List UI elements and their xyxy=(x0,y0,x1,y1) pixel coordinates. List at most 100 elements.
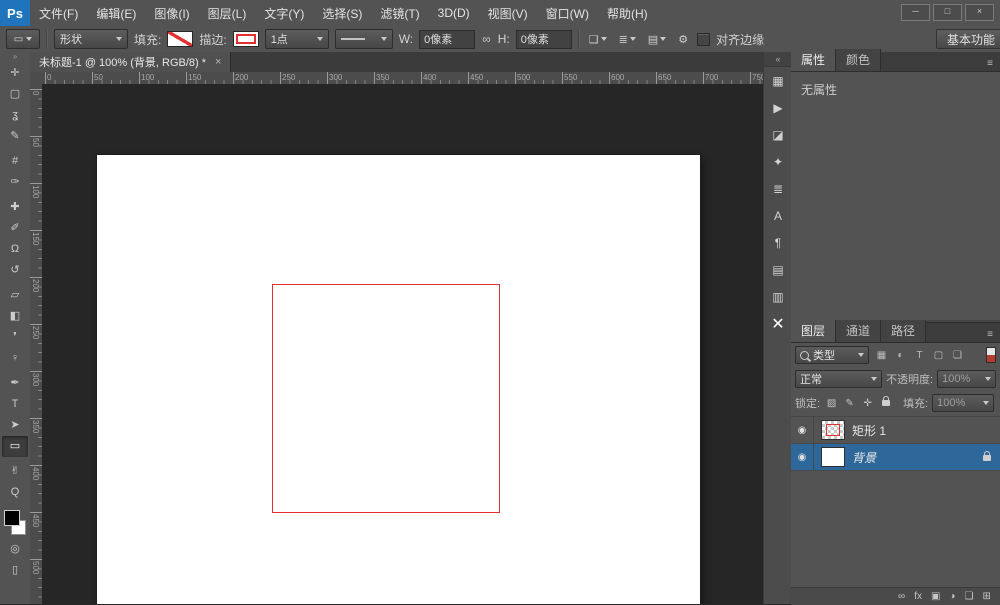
move-tool[interactable]: ✛ xyxy=(2,63,28,84)
color-wells[interactable] xyxy=(3,510,27,535)
path-alignment-button[interactable]: ≣ xyxy=(616,30,639,48)
spot-healing-brush-tool[interactable]: ✚ xyxy=(2,197,28,218)
adjustments-panel-icon[interactable]: ▦ xyxy=(764,67,792,94)
foreground-color-swatch[interactable] xyxy=(4,510,20,526)
toolbar-collapse-icon[interactable]: » xyxy=(13,52,17,63)
stroke-type-select[interactable] xyxy=(335,29,393,49)
eyedropper-tool[interactable]: ✑ xyxy=(2,172,28,193)
new-group-icon[interactable]: ❏ xyxy=(964,592,973,602)
rectangular-marquee-tool[interactable]: ▢ xyxy=(2,84,28,105)
path-selection-tool[interactable]: ➤ xyxy=(2,415,28,436)
layer-thumbnail[interactable] xyxy=(821,447,845,467)
filter-adjustment-layers-icon[interactable]: ◐ xyxy=(892,347,909,363)
menu-filter[interactable]: 滤镜(T) xyxy=(371,0,428,26)
minimize-button[interactable]: ─ xyxy=(901,4,930,21)
character-panel-icon[interactable]: A xyxy=(764,202,792,229)
notes-panel-icon[interactable]: ▥ xyxy=(764,283,792,310)
quick-selection-tool[interactable]: ✎ xyxy=(2,126,28,147)
close-button[interactable]: × xyxy=(965,4,994,21)
props-panel-menu-icon[interactable]: ≡ xyxy=(987,58,1000,71)
rectangle-shape[interactable] xyxy=(272,284,500,513)
canvas-viewport[interactable] xyxy=(42,84,763,604)
path-arrangement-button[interactable]: ▤ xyxy=(645,30,669,48)
document-canvas[interactable] xyxy=(97,155,700,604)
align-edges-checkbox[interactable] xyxy=(697,33,710,46)
menu-help[interactable]: 帮助(H) xyxy=(598,0,657,26)
height-input[interactable]: 0像素 xyxy=(516,30,572,49)
rectangle-tool[interactable]: ▭ xyxy=(2,436,28,457)
menu-file[interactable]: 文件(F) xyxy=(30,0,87,26)
geometry-options-button[interactable]: ⚙ xyxy=(675,30,691,48)
menu-type[interactable]: 文字(Y) xyxy=(255,0,313,26)
adjustment-layer-icon[interactable]: ◑ xyxy=(949,592,955,602)
visibility-toggle[interactable]: ◉ xyxy=(791,444,814,470)
menu-window[interactable]: 窗口(W) xyxy=(537,0,598,26)
blend-mode-select[interactable]: 正常 xyxy=(795,370,882,388)
filter-type-layers-icon[interactable]: T xyxy=(911,347,928,363)
layers-panel-menu-icon[interactable]: ≡ xyxy=(987,329,1000,342)
menu-select[interactable]: 选择(S) xyxy=(313,0,371,26)
tool-preset-picker[interactable]: ▭ xyxy=(6,29,40,49)
new-layer-icon[interactable]: ⊞ xyxy=(982,592,990,602)
zoom-tool[interactable]: Q xyxy=(2,482,28,503)
menu-image[interactable]: 图像(I) xyxy=(145,0,198,26)
clone-source-panel-icon[interactable]: ≣ xyxy=(764,175,792,202)
screen-mode[interactable]: ▯ xyxy=(2,560,28,581)
layers-tab-channels[interactable]: 通道 xyxy=(836,320,881,342)
type-tool[interactable]: T xyxy=(2,394,28,415)
dodge-tool[interactable]: ♀ xyxy=(2,348,28,369)
visibility-toggle[interactable]: ◉ xyxy=(791,417,814,443)
blur-tool[interactable]: ❜ xyxy=(2,327,28,348)
lasso-tool[interactable]: ʓ xyxy=(2,105,28,126)
menu-3d[interactable]: 3D(D) xyxy=(429,0,479,26)
lock-pixels-icon[interactable]: ✎ xyxy=(842,396,857,410)
lock-transparency-icon[interactable]: ▨ xyxy=(824,396,839,410)
menu-edit[interactable]: 编辑(E) xyxy=(87,0,145,26)
history-brush-tool[interactable]: ↺ xyxy=(2,260,28,281)
eraser-tool[interactable]: ▱ xyxy=(2,285,28,306)
menu-view[interactable]: 视图(V) xyxy=(479,0,537,26)
lock-position-icon[interactable]: ✛ xyxy=(860,396,875,410)
tool-mode-select[interactable]: 形状 xyxy=(54,29,128,49)
lock-all-icon[interactable] xyxy=(878,396,893,410)
stroke-width-select[interactable]: 1点 xyxy=(265,29,329,49)
brush-presets-panel-icon[interactable]: ✦ xyxy=(764,148,792,175)
layer-filter-type-select[interactable]: 类型 xyxy=(795,346,869,364)
layer-effects-icon[interactable]: fx xyxy=(914,592,922,602)
layers-tab-paths[interactable]: 路径 xyxy=(881,320,926,342)
close-tab-icon[interactable]: × xyxy=(215,56,221,68)
layers-tab-layers[interactable]: 图层 xyxy=(791,320,836,342)
width-input[interactable]: 0像素 xyxy=(419,30,475,49)
expand-dock-icon[interactable]: « xyxy=(764,52,792,67)
layer-thumbnail[interactable] xyxy=(821,420,845,440)
filter-smart-objects-icon[interactable]: ❏ xyxy=(949,347,966,363)
close-x-panel-icon[interactable]: ✕ xyxy=(764,310,792,337)
layer-mask-icon[interactable]: ▣ xyxy=(931,592,940,602)
filter-shape-layers-icon[interactable]: ▢ xyxy=(930,347,947,363)
brush-tool[interactable]: ✐ xyxy=(2,218,28,239)
actions-panel-icon[interactable]: ▶ xyxy=(764,94,792,121)
workspace-switcher-button[interactable]: 基本功能 xyxy=(936,29,1000,49)
maximize-button[interactable]: □ xyxy=(933,4,962,21)
quick-mask-mode[interactable]: ◎ xyxy=(2,539,28,560)
link-layers-icon[interactable]: ∞ xyxy=(898,592,905,602)
gradient-tool[interactable]: ◧ xyxy=(2,306,28,327)
clone-stamp-tool[interactable]: Ω xyxy=(2,239,28,260)
fill-color-swatch[interactable] xyxy=(167,31,193,47)
filter-pixel-layers-icon[interactable]: ▦ xyxy=(873,347,890,363)
document-tab[interactable]: 未标题-1 @ 100% (背景, RGB/8) * × xyxy=(30,52,231,72)
layer-comps-panel-icon[interactable]: ▤ xyxy=(764,256,792,283)
styles-panel-icon[interactable]: ◪ xyxy=(764,121,792,148)
link-dimensions-icon[interactable]: ∞ xyxy=(481,32,492,46)
props-tab-color[interactable]: 颜色 xyxy=(836,49,881,71)
stroke-color-swatch[interactable] xyxy=(233,31,259,47)
menu-layer[interactable]: 图层(L) xyxy=(199,0,256,26)
layer-row-background[interactable]: ◉背景 xyxy=(791,444,1000,471)
path-operations-button[interactable]: ❏ xyxy=(586,30,610,48)
fill-opacity-select[interactable]: 100% xyxy=(932,394,994,412)
layer-row-shape-1[interactable]: ◉矩形 1 xyxy=(791,417,1000,444)
hand-tool[interactable]: ✌ xyxy=(2,461,28,482)
paragraph-panel-icon[interactable]: ¶ xyxy=(764,229,792,256)
crop-tool[interactable]: # xyxy=(2,151,28,172)
pen-tool[interactable]: ✒ xyxy=(2,373,28,394)
